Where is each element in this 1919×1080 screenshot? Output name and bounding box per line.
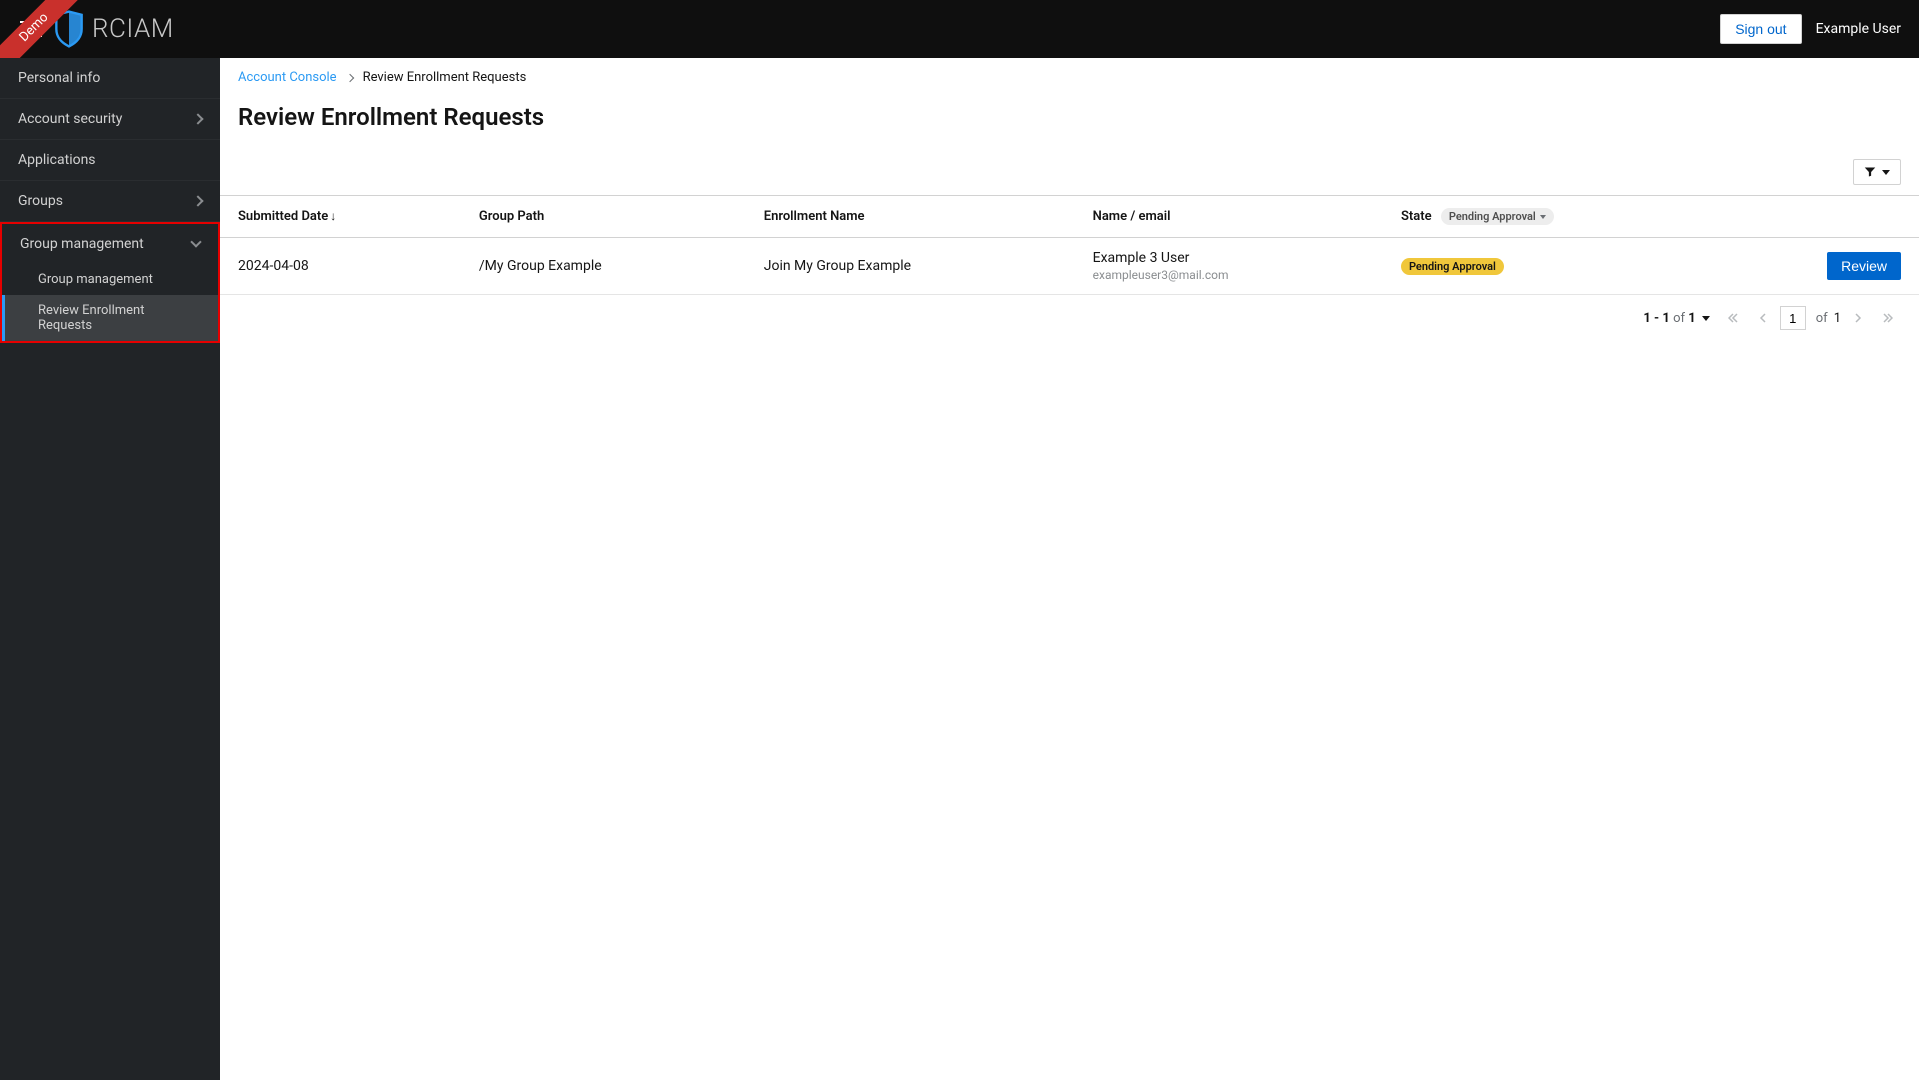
sidebar-item-label: Groups xyxy=(18,193,63,209)
col-group-path[interactable]: Group Path xyxy=(461,196,746,238)
sidebar-submenu: Group management Review Enrollment Reque… xyxy=(2,264,218,341)
sidebar-item-label: Personal info xyxy=(18,70,100,86)
pagination: 1 - 1 of 1 of 1 xyxy=(220,295,1919,341)
chevron-right-icon xyxy=(345,73,353,81)
breadcrumb-root[interactable]: Account Console xyxy=(238,70,337,85)
requests-table: Submitted Date↓ Group Path Enrollment Na… xyxy=(220,195,1919,295)
logo[interactable]: RCIAM xyxy=(52,10,174,48)
range-value: 1 - 1 xyxy=(1643,311,1670,326)
logo-text: RCIAM xyxy=(92,14,174,44)
user-name: Example 3 User xyxy=(1093,250,1365,266)
chevron-right-icon xyxy=(192,195,203,206)
cell-submitted-date: 2024-04-08 xyxy=(220,238,461,295)
col-name-email[interactable]: Name / email xyxy=(1075,196,1383,238)
header-right: Sign out Example User xyxy=(1720,14,1901,44)
sidebar-item-account-security[interactable]: Account security xyxy=(0,99,220,140)
signout-button[interactable]: Sign out xyxy=(1720,14,1801,44)
page-input[interactable] xyxy=(1780,306,1806,330)
pagination-range[interactable]: 1 - 1 of 1 xyxy=(1643,311,1709,326)
prev-page-button[interactable] xyxy=(1750,305,1776,331)
sidebar-item-applications[interactable]: Applications xyxy=(0,140,220,181)
col-state[interactable]: State Pending Approval xyxy=(1383,196,1722,238)
page-of-label: of xyxy=(1816,311,1828,326)
of-label: of xyxy=(1673,311,1685,326)
breadcrumb-current: Review Enrollment Requests xyxy=(363,70,527,85)
last-page-button[interactable] xyxy=(1875,305,1901,331)
sidebar-item-groups[interactable]: Groups xyxy=(0,181,220,222)
sidebar-sub-review-enrollment[interactable]: Review Enrollment Requests xyxy=(2,295,218,341)
cell-state: Pending Approval xyxy=(1383,238,1722,295)
sidebar-item-personal-info[interactable]: Personal info xyxy=(0,58,220,99)
col-enrollment-name[interactable]: Enrollment Name xyxy=(746,196,1075,238)
double-chevron-left-icon xyxy=(1728,313,1738,323)
sidebar-group-group-management: Group management Group management Review… xyxy=(0,222,220,343)
sidebar-item-label: Group management xyxy=(20,236,144,252)
table-row: 2024-04-08 /My Group Example Join My Gro… xyxy=(220,238,1919,295)
sidebar-item-group-management[interactable]: Group management xyxy=(2,224,218,264)
caret-down-icon xyxy=(1702,316,1710,321)
cell-enrollment-name: Join My Group Example xyxy=(746,238,1075,295)
sort-desc-icon: ↓ xyxy=(330,209,336,223)
state-filter-chip[interactable]: Pending Approval xyxy=(1441,208,1554,225)
sidebar-item-label: Applications xyxy=(18,152,96,168)
chevron-left-icon xyxy=(1758,313,1768,323)
sidebar-item-label: Review Enrollment Requests xyxy=(38,303,144,333)
sidebar: Personal info Account security Applicati… xyxy=(0,58,220,1080)
page-title: Review Enrollment Requests xyxy=(220,97,1919,149)
double-chevron-right-icon xyxy=(1883,313,1893,323)
header: Demo RCIAM Sign out Example User xyxy=(0,0,1919,58)
first-page-button[interactable] xyxy=(1720,305,1746,331)
cell-action: Review xyxy=(1722,238,1919,295)
chip-label: Pending Approval xyxy=(1449,210,1536,223)
col-label: State xyxy=(1401,209,1432,224)
sidebar-sub-group-management[interactable]: Group management xyxy=(2,264,218,295)
col-actions xyxy=(1722,196,1919,238)
toolbar xyxy=(220,149,1919,195)
col-label: Submitted Date xyxy=(238,209,328,224)
cell-group-path: /My Group Example xyxy=(461,238,746,295)
page-total: 1 xyxy=(1834,311,1841,326)
sidebar-item-label: Account security xyxy=(18,111,122,127)
main-content: Account Console Review Enrollment Reques… xyxy=(220,58,1919,1080)
filter-button[interactable] xyxy=(1853,159,1901,185)
chevron-right-icon xyxy=(1853,313,1863,323)
caret-down-icon xyxy=(1540,215,1546,219)
breadcrumb: Account Console Review Enrollment Reques… xyxy=(220,58,1919,97)
chevron-right-icon xyxy=(192,113,203,124)
col-submitted-date[interactable]: Submitted Date↓ xyxy=(220,196,461,238)
total-value: 1 xyxy=(1688,311,1695,326)
caret-down-icon xyxy=(1882,170,1890,175)
sidebar-item-label: Group management xyxy=(38,272,153,287)
user-email: exampleuser3@mail.com xyxy=(1093,268,1365,282)
review-button[interactable]: Review xyxy=(1827,252,1901,280)
cell-name-email: Example 3 User exampleuser3@mail.com xyxy=(1075,238,1383,295)
status-badge: Pending Approval xyxy=(1401,258,1504,275)
next-page-button[interactable] xyxy=(1845,305,1871,331)
filter-icon xyxy=(1864,166,1876,178)
username-label[interactable]: Example User xyxy=(1816,21,1901,37)
chevron-down-icon xyxy=(190,236,201,247)
